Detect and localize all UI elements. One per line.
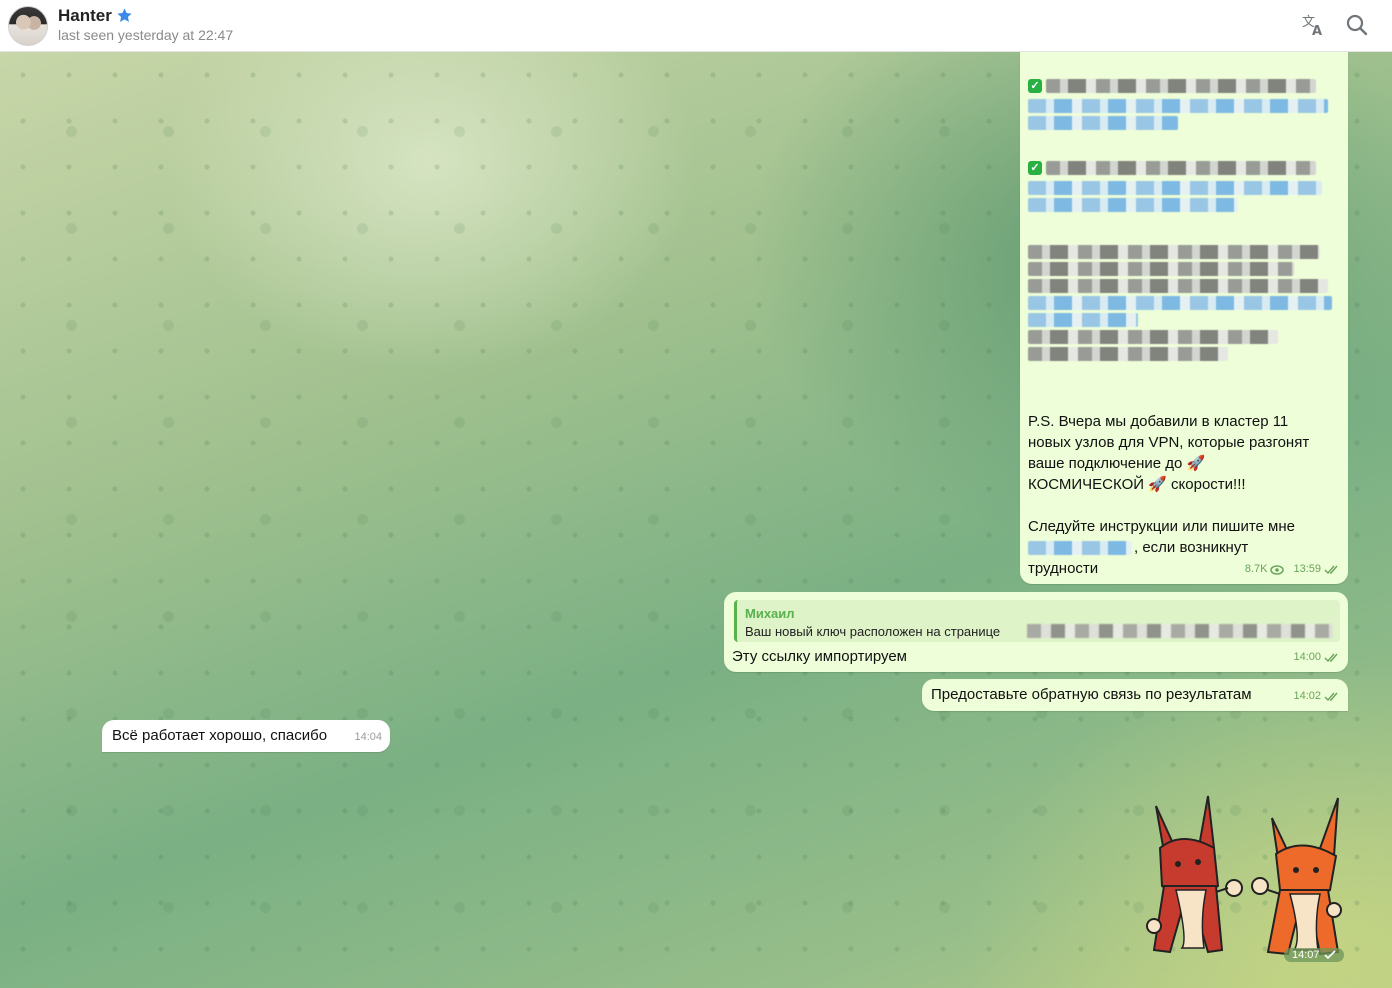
green-check-emoji: ✓ [1028,161,1042,175]
feedback-time: 14:02 [1293,690,1321,702]
left-fox-image [1146,795,1243,954]
chat-header: Hanter last seen yesterday at 22:47 文 A [0,0,1392,52]
feedback-message-bubble[interactable]: Предоставьте обратную связь по результат… [922,679,1348,711]
post-redacted-block-3 [1028,242,1340,364]
incoming-meta: 14:04 [354,727,382,748]
green-check-emoji: ✓ [1028,79,1042,93]
incoming-time: 14:04 [354,731,382,743]
post-ps-line-3: ваше подключение до 🚀 [1028,455,1206,472]
channel-post-bubble[interactable]: ✓ ✓ P.S. Вчера мы добавили в кластер 11 … [1020,40,1348,584]
incoming-text: Всё работает хорошо, спасибо [112,727,328,744]
right-fox-image [1251,797,1342,956]
translate-icon[interactable]: 文 A [1300,12,1326,38]
double-check-icon [1324,565,1338,574]
reply-text: Ваш новый ключ расположен на странице [745,624,1001,639]
chat-title[interactable]: Hanter [58,6,112,26]
post-redacted-block-1: ✓ [1028,76,1340,133]
sticker-meta: 14:07 [1284,948,1344,962]
post-meta: 8.7K 13:59 [1245,559,1340,580]
avatar[interactable] [8,6,48,46]
single-check-icon [1323,950,1336,960]
verified-star-icon [117,8,132,22]
post-time: 13:59 [1293,563,1321,575]
import-meta: 14:00 [1293,647,1340,668]
chat-status: last seen yesterday at 22:47 [58,27,234,43]
post-mention-link[interactable] [1028,540,1132,555]
double-check-icon [1324,653,1338,662]
feedback-text: Предоставьте обратную связь по результат… [931,686,1252,703]
post-views: 8.7K [1244,563,1268,575]
views-eye-icon [1270,564,1285,575]
post-follow-line-1: Следуйте инструкции или пишите мне [1028,518,1295,535]
post-ps-line-2: новых узлов для VPN, которые разгонят [1028,434,1310,451]
svg-text:A: A [1312,24,1322,38]
import-text: Эту ссылку импортируем [732,648,907,665]
reply-redacted [1027,624,1333,638]
sticker-time: 14:07 [1292,949,1320,961]
import-message-bubble[interactable]: Михаил Ваш новый ключ расположен на стра… [724,592,1348,672]
search-icon[interactable] [1344,12,1370,38]
post-ps-text: P.S. Вчера мы добавили в кластер 11 новы… [1028,411,1344,579]
reply-quote[interactable]: Михаил Ваш новый ключ расположен на стра… [734,600,1340,642]
post-redacted-block-2: ✓ [1028,158,1340,215]
double-check-icon [1324,692,1338,701]
incoming-message-bubble[interactable]: Всё работает хорошо, спасибо 14:04 [102,720,390,752]
fox-sticker[interactable] [1142,790,1348,958]
feedback-meta: 14:02 [1293,686,1340,707]
import-time: 14:00 [1293,651,1321,663]
post-follow-line-2: , если возникнут [1134,539,1249,556]
post-ps-line-1: P.S. Вчера мы добавили в кластер 11 [1028,413,1289,430]
post-ps-line-4: КОСМИЧЕСКОЙ 🚀 скорости!!! [1028,476,1246,493]
